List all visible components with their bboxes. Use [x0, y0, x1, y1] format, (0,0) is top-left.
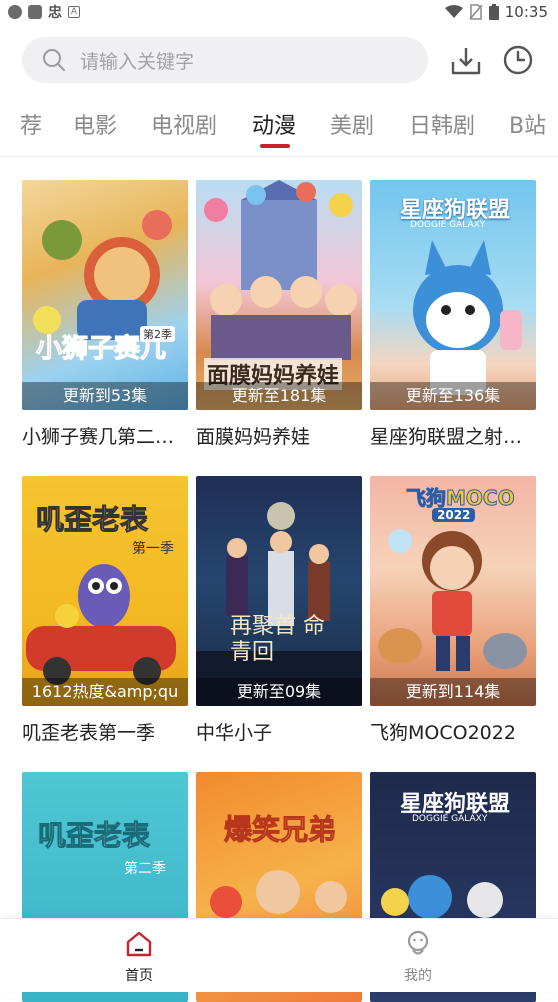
episode-badge: 更新至09集 — [196, 678, 362, 706]
status-time: 10:35 — [504, 3, 548, 21]
nav-me[interactable]: 我的 — [378, 929, 458, 985]
poster-subtitle-text: DOGGIE GALAXY — [410, 220, 486, 230]
video-card[interactable]: 叽歪老表 第一季 1612热度&amp;qu 叽歪老表第一季 — [22, 476, 188, 745]
download-button[interactable] — [450, 44, 482, 76]
download-icon — [451, 48, 481, 75]
tab-tv-series[interactable]: 电视剧 — [151, 108, 217, 140]
poster-subtitle-text: 第二季 — [124, 861, 166, 877]
episode-badge: 更新至136集 — [370, 382, 536, 410]
poster-subtitle-text: 2022 — [432, 508, 476, 522]
search-placeholder: 请输入关键字 — [80, 50, 195, 73]
video-card[interactable]: 飞狗MOCO 2022 更新到114集 飞狗MOCO2022 — [370, 476, 536, 745]
tab-movies[interactable]: 电影 — [73, 108, 117, 140]
card-title: 小狮子赛几第二… — [22, 426, 175, 448]
tab-bilibili[interactable]: B站 — [509, 108, 546, 140]
card-title: 飞狗MOCO2022 — [370, 722, 516, 744]
nav-home-label: 首页 — [125, 968, 153, 984]
poster-image: 星座狗联盟 DOGGIE GALAXY 更新至136集 — [370, 180, 536, 410]
poster-title-text: 叽歪老表 — [35, 503, 149, 537]
status-bar: 忠 A 10:35 — [0, 0, 558, 24]
card-title: 中华小子 — [196, 722, 273, 744]
active-tab-indicator — [260, 144, 290, 148]
video-card[interactable]: 星座狗联盟 DOGGIE GALAXY 更新至136集 星座狗联盟之射… — [370, 180, 536, 449]
video-card[interactable]: 再聚首 命青回 更新至09集 中华小子 — [196, 476, 362, 745]
history-button[interactable] — [502, 44, 534, 76]
poster-art — [33, 210, 172, 340]
poster-subtitle-text: 第一季 — [132, 541, 174, 557]
card-title: 星座狗联盟之射… — [370, 426, 523, 448]
divider — [0, 156, 558, 157]
heat-badge: 1612热度&amp;qu — [22, 678, 188, 706]
tab-us-drama[interactable]: 美剧 — [330, 108, 374, 140]
nav-home[interactable]: 首页 — [99, 929, 179, 985]
battery-icon — [488, 4, 499, 20]
card-title: 面膜妈妈养娃 — [196, 426, 311, 448]
tab-anime[interactable]: 动漫 — [252, 108, 296, 140]
search-icon — [43, 49, 65, 71]
search-input[interactable]: 请输入关键字 — [22, 37, 428, 83]
tab-recommended[interactable]: 荐 — [20, 108, 42, 140]
font-icon: A — [68, 6, 80, 18]
poster-image: 飞狗MOCO 2022 更新到114集 — [370, 476, 536, 706]
poster-image: 再聚首 命青回 更新至09集 — [196, 476, 362, 706]
poster-image: 叽歪老表 第一季 1612热度&amp;qu — [22, 476, 188, 706]
no-sim-icon — [469, 4, 483, 20]
video-card[interactable]: 小狮子赛几 第2季 更新到53集 小狮子赛几第二… — [22, 180, 188, 449]
video-card[interactable]: 面膜妈妈养娃 更新至181集 面膜妈妈养娃 — [196, 180, 362, 449]
notification-dot-icon — [8, 5, 22, 19]
status-glyph: 忠 — [48, 5, 62, 21]
episode-badge: 更新至181集 — [196, 382, 362, 410]
user-icon — [407, 930, 429, 955]
poster-subtitle-text: DOGGIE GALAXY — [412, 814, 488, 824]
poster-subtitle-text: 第2季 — [140, 326, 175, 342]
card-title: 叽歪老表第一季 — [22, 722, 156, 744]
episode-badge: 更新到114集 — [370, 678, 536, 706]
poster-image: 面膜妈妈养娃 更新至181集 — [196, 180, 362, 410]
home-icon — [126, 931, 152, 957]
bottom-nav: 首页 我的 — [0, 918, 558, 992]
poster-title-text: 再聚首 命青回 — [230, 614, 325, 665]
nav-me-label: 我的 — [404, 968, 432, 984]
poster-title-text: 飞狗MOCO — [406, 486, 516, 511]
category-tabs: 荐 电影 电视剧 动漫 美剧 日韩剧 B站 — [0, 100, 558, 152]
clock-icon — [503, 45, 533, 75]
episode-badge: 更新到53集 — [22, 382, 188, 410]
wifi-icon — [444, 5, 463, 18]
notification-square-icon — [28, 5, 42, 19]
poster-image: 小狮子赛几 第2季 更新到53集 — [22, 180, 188, 410]
top-bar: 请输入关键字 — [0, 36, 558, 84]
tab-jp-kr-drama[interactable]: 日韩剧 — [409, 108, 475, 140]
poster-art — [196, 502, 362, 706]
poster-title-text: 叽歪老表 — [37, 819, 151, 853]
poster-title-text: 爆笑兄弟 — [223, 813, 337, 847]
